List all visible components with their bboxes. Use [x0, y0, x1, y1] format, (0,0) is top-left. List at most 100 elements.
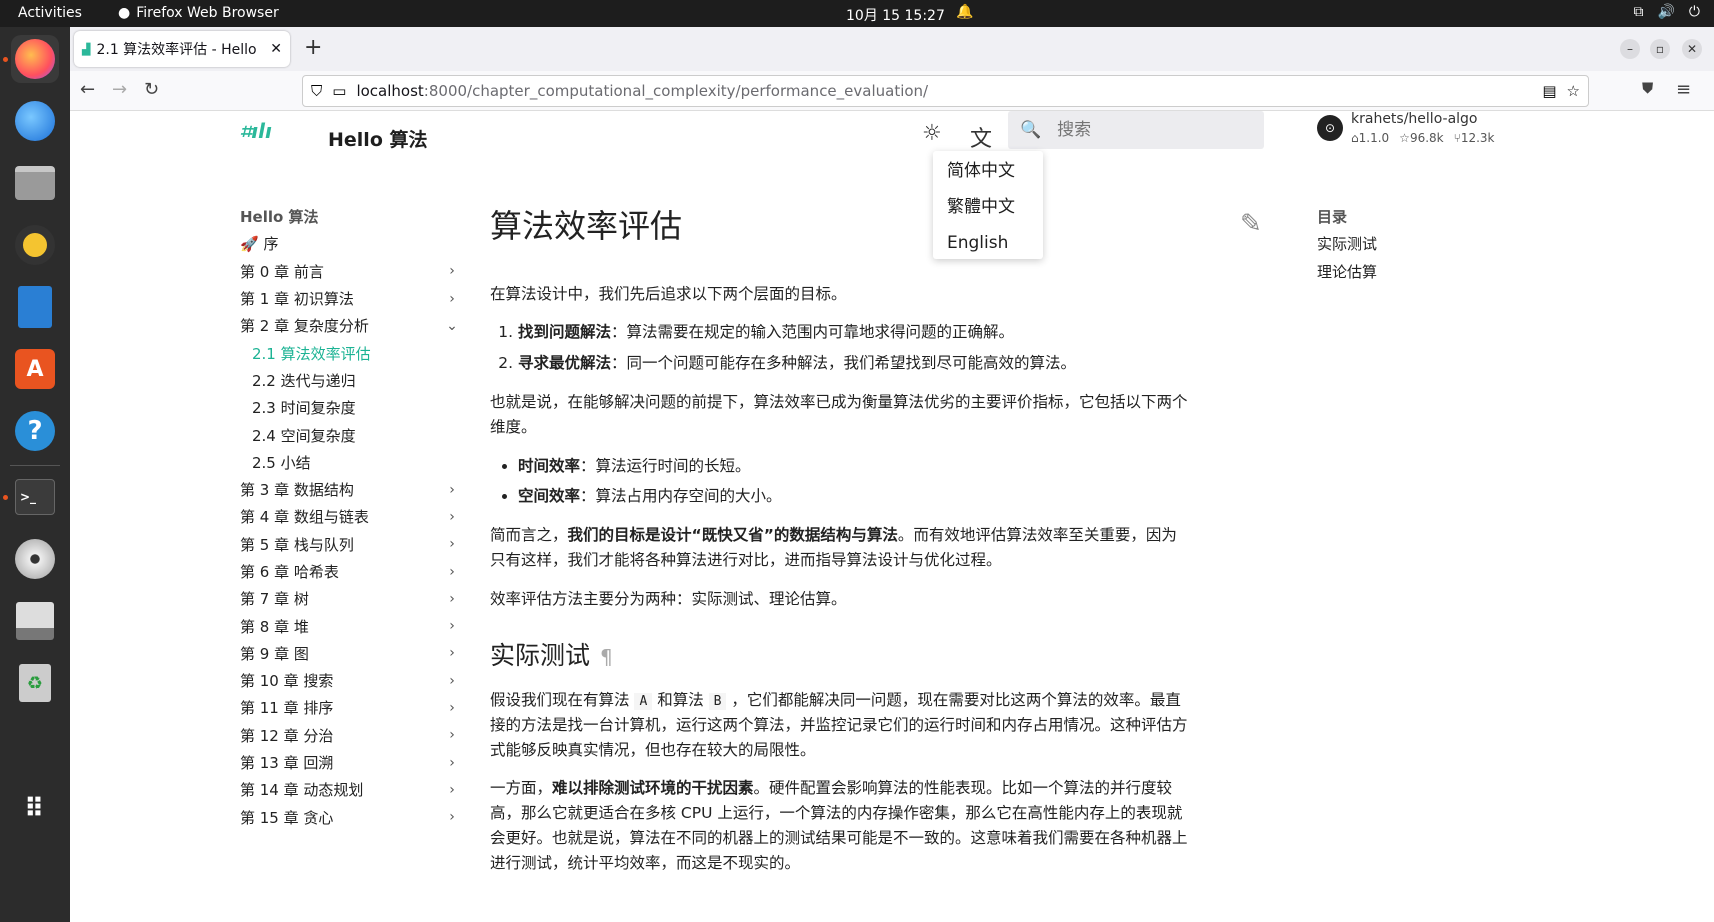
nav-item-ch14[interactable]: 第 14 章 动态规划 ›	[240, 776, 460, 803]
nav-item-2-4[interactable]: 2.4 空间复杂度	[240, 421, 460, 448]
nav-item-ch13[interactable]: 第 13 章 回溯 ›	[240, 749, 460, 776]
permalink-anchor[interactable]: ¶	[600, 645, 613, 669]
forward-button[interactable]: →	[112, 79, 127, 100]
chevron-right-icon: ›	[449, 809, 455, 826]
chevron-right-icon: ›	[449, 672, 455, 689]
url-text: localhost:8000/chapter_computational_com…	[356, 82, 928, 100]
table-of-contents: 目录 实际测试 理论估算	[1317, 203, 1377, 285]
section-title: 实际测试	[490, 640, 591, 670]
running-indicator	[3, 57, 8, 62]
firefox-icon[interactable]	[11, 35, 59, 83]
browser-tab[interactable]: ▟ 2.1 算法效率评估 - Hello ✕	[74, 31, 290, 67]
trash-icon[interactable]: ♻	[11, 659, 59, 707]
running-indicator	[3, 495, 8, 500]
system-tray[interactable]: ⧉ 🔊 ⏻	[1633, 4, 1700, 20]
save-icon[interactable]	[11, 597, 59, 645]
toc-title: 目录	[1317, 208, 1348, 227]
help-icon[interactable]: ?	[11, 407, 59, 455]
site-logo[interactable]: ⌗ılı	[240, 119, 296, 149]
goals-list: 找到问题解法：算法需要在规定的输入范围内可靠地求得问题的正确解。 寻求最优解法：…	[518, 320, 1190, 376]
app-menu[interactable]: ● Firefox Web Browser	[118, 5, 279, 21]
theme-toggle-icon[interactable]: ☼	[922, 121, 942, 146]
chevron-right-icon: ›	[449, 754, 455, 771]
nav-item-ch2[interactable]: 第 2 章 复杂度分析 ⌄	[240, 312, 460, 339]
activities-button[interactable]: Activities	[18, 5, 82, 21]
rocket-icon: 🚀	[240, 235, 264, 254]
repo-link[interactable]: ⊙ krahets/hello-algo ⌂1.1.0 ☆96.8k ⑂12.3…	[1317, 111, 1494, 145]
search-box[interactable]: 🔍	[1008, 111, 1264, 149]
nav-item-text: 序	[263, 235, 279, 254]
text: 简而言之，	[490, 526, 568, 545]
dvd-icon[interactable]	[11, 535, 59, 583]
paragraph: 也就是说，在能够解决问题的前提下，算法效率已成为衡量算法优劣的主要评价指标，它包…	[490, 392, 1188, 436]
files-icon[interactable]	[11, 159, 59, 207]
paragraph: 简而言之，我们的目标是设计“既快又省”的数据结构与算法。而有效地评估算法效率至关…	[490, 523, 1190, 573]
close-window-button[interactable]: ✕	[1682, 39, 1702, 59]
url-bar[interactable]: ⛉ ▭ localhost:8000/chapter_computational…	[302, 75, 1589, 107]
new-tab-button[interactable]: +	[304, 37, 322, 59]
app-center-icon[interactable]: A	[11, 345, 59, 393]
lang-option-zh-hans[interactable]: 简体中文	[933, 155, 1043, 191]
chevron-right-icon: ›	[449, 536, 455, 553]
language-icon[interactable]: 文	[970, 121, 992, 153]
inline-code: B	[708, 693, 727, 711]
pocket-icon[interactable]: ⛊	[1642, 79, 1653, 97]
shield-icon[interactable]: ⛉	[311, 82, 322, 100]
notification-bell-icon[interactable]: 🔔	[956, 4, 973, 20]
nav-label: 第 5 章 栈与队列	[240, 535, 354, 554]
repo-stars: ☆96.8k	[1399, 131, 1443, 145]
chevron-right-icon: ›	[449, 481, 455, 498]
firefox-small-icon: ●	[118, 5, 131, 21]
app-name: Firefox Web Browser	[136, 5, 279, 21]
site-title[interactable]: Hello 算法	[328, 125, 427, 152]
nav-item-2-3[interactable]: 2.3 时间复杂度	[240, 394, 460, 421]
nav-item-ch4[interactable]: 第 4 章 数组与链表 ›	[240, 503, 460, 530]
writer-icon[interactable]	[11, 283, 59, 331]
nav-item-ch5[interactable]: 第 5 章 栈与队列 ›	[240, 531, 460, 558]
bookmark-star-icon[interactable]: ☆	[1567, 82, 1580, 100]
edit-page-icon[interactable]: ✎	[1240, 209, 1262, 239]
back-button[interactable]: ←	[80, 79, 95, 100]
nav-item-ch15[interactable]: 第 15 章 贪心 ›	[240, 804, 460, 831]
fork-icon: ⑂	[1453, 131, 1461, 145]
reader-view-icon[interactable]: ▤	[1542, 82, 1556, 100]
nav-item-ch7[interactable]: 第 7 章 树 ›	[240, 585, 460, 612]
nav-item-ch10[interactable]: 第 10 章 搜索 ›	[240, 667, 460, 694]
nav-item-2-5[interactable]: 2.5 小结	[240, 449, 460, 476]
dock-separator	[10, 465, 60, 466]
power-icon[interactable]: ⏻	[1689, 4, 1700, 20]
apps-grid-icon[interactable]: ⠿	[11, 785, 59, 833]
nav-head[interactable]: Hello 算法	[240, 203, 460, 230]
toc-item[interactable]: 实际测试	[1317, 230, 1377, 257]
network-icon[interactable]: ⧉	[1633, 4, 1643, 20]
nav-item-2-1[interactable]: 2.1 算法效率评估	[240, 339, 460, 366]
search-input[interactable]	[1057, 120, 1238, 140]
minimize-button[interactable]: –	[1620, 39, 1640, 59]
close-tab-icon[interactable]: ✕	[270, 41, 282, 57]
terminal-icon[interactable]: >_	[11, 473, 59, 521]
nav-item-2-2[interactable]: 2.2 迭代与递归	[240, 367, 460, 394]
thunderbird-icon[interactable]	[11, 97, 59, 145]
nav-item-ch9[interactable]: 第 9 章 图 ›	[240, 640, 460, 667]
nav-label: 第 1 章 初识算法	[240, 290, 354, 309]
nav-label: 第 4 章 数组与链表	[240, 508, 369, 527]
nav-item-ch0[interactable]: 第 0 章 前言 ›	[240, 258, 460, 285]
clock[interactable]: 10月 15 15:27	[846, 5, 945, 25]
maximize-button[interactable]: ▫	[1650, 39, 1670, 59]
nav-item-ch8[interactable]: 第 8 章 堆 ›	[240, 612, 460, 639]
nav-item-ch1[interactable]: 第 1 章 初识算法 ›	[240, 285, 460, 312]
nav-item-ch6[interactable]: 第 6 章 哈希表 ›	[240, 558, 460, 585]
nav-item-ch11[interactable]: 第 11 章 排序 ›	[240, 694, 460, 721]
toc-item[interactable]: 理论估算	[1317, 258, 1377, 285]
nav-item-preface[interactable]: 🚀 序	[240, 230, 460, 257]
rhythmbox-icon[interactable]	[11, 221, 59, 269]
nav-label: 2.3 时间复杂度	[252, 399, 356, 418]
menu-icon[interactable]: ≡	[1676, 79, 1691, 100]
nav-label: 第 0 章 前言	[240, 262, 324, 281]
github-icon: ⊙	[1317, 115, 1343, 141]
volume-icon[interactable]: 🔊	[1657, 4, 1674, 20]
nav-item-ch12[interactable]: 第 12 章 分治 ›	[240, 722, 460, 749]
reload-button[interactable]: ↻	[144, 79, 159, 100]
nav-item-ch3[interactable]: 第 3 章 数据结构 ›	[240, 476, 460, 503]
chevron-right-icon: ›	[449, 290, 455, 307]
